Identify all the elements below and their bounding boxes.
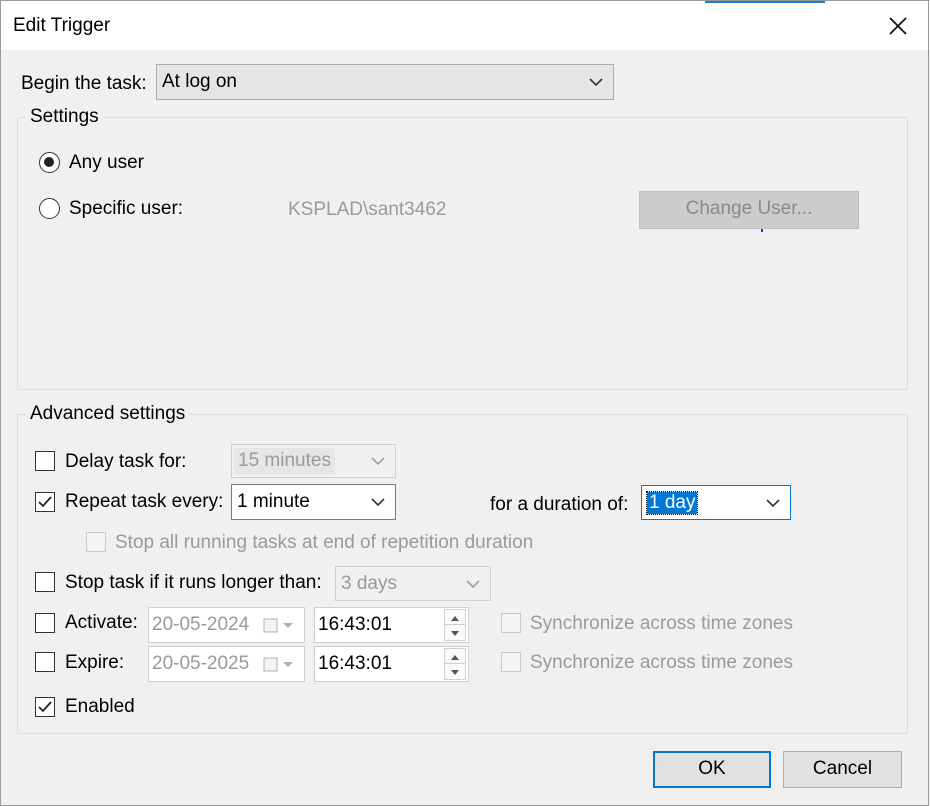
ok-button[interactable]: OK [653,751,771,788]
delay-value: 15 minutes [234,448,335,474]
activate-label: Activate: [65,612,138,633]
window-title: Edit Trigger [13,15,111,36]
expire-date: 20-05-2025 [152,653,250,674]
background-window-edge [705,0,825,3]
spin-down-icon[interactable] [444,624,466,641]
calendar-icon [263,618,293,633]
settings-group [17,117,908,390]
begin-task-dropdown[interactable]: At log on [156,64,614,100]
title-bar [0,0,930,50]
cancel-button[interactable]: Cancel [783,751,902,788]
calendar-icon [263,657,293,672]
activate-sync-label: Synchronize across time zones [530,613,793,634]
expire-time-field[interactable]: 16:43:01 [314,646,469,682]
expire-label: Expire: [65,652,125,673]
stop-longer-label: Stop task if it runs longer than: [65,572,322,593]
checkmark-icon [38,496,52,508]
expire-time: 16:43:01 [318,653,392,674]
advanced-settings-legend: Advanced settings [26,403,190,425]
activate-time: 16:43:01 [318,614,392,635]
expire-sync-checkbox[interactable] [501,652,521,672]
activate-checkbox[interactable] [35,613,55,633]
delay-dropdown[interactable]: 15 minutes [231,444,396,478]
settings-legend: Settings [26,106,103,128]
delay-checkbox[interactable] [35,451,55,471]
chevron-down-icon [766,498,780,507]
delay-label: Delay task for: [65,451,187,472]
chevron-down-icon [371,498,385,507]
duration-value: 1 day [645,490,699,515]
specific-user-label: Specific user: [69,198,184,219]
repeat-label: Repeat task every: [65,491,224,512]
begin-task-value: At log on [162,71,237,92]
expire-sync-label: Synchronize across time zones [530,652,793,673]
specific-user-radio[interactable] [39,198,60,219]
activate-time-field[interactable]: 16:43:01 [314,607,469,643]
spin-down-icon[interactable] [444,663,466,680]
enabled-checkbox[interactable] [35,697,55,717]
checkmark-icon [38,701,52,713]
activate-date: 20-05-2024 [152,614,250,635]
chevron-down-icon [371,457,385,466]
duration-label: for a duration of: [490,494,629,515]
chevron-down-icon [466,579,480,588]
expire-date-picker[interactable]: 20-05-2025 [148,646,305,682]
activate-sync-checkbox[interactable] [501,613,521,633]
stop-running-label: Stop all running tasks at end of repetit… [115,532,534,553]
repeat-value: 1 minute [237,491,310,512]
any-user-radio[interactable] [39,152,60,173]
repeat-checkbox[interactable] [35,492,55,512]
stop-longer-dropdown[interactable]: 3 days [335,566,491,601]
user-name: KSPLAD\sant3462 [288,199,447,220]
chevron-down-icon [589,78,603,87]
duration-dropdown[interactable]: 1 day [641,485,791,520]
activate-date-picker[interactable]: 20-05-2024 [148,607,305,643]
expire-checkbox[interactable] [35,652,55,672]
close-icon[interactable] [880,8,916,44]
stop-longer-value: 3 days [341,572,397,594]
begin-task-label: Begin the task: [21,73,147,94]
enabled-label: Enabled [65,696,135,717]
cursor-mark [761,229,763,232]
stop-longer-checkbox[interactable] [35,572,55,592]
change-user-button[interactable]: Change User... [639,191,859,229]
stop-running-checkbox[interactable] [86,532,106,552]
any-user-label: Any user [69,152,144,173]
repeat-dropdown[interactable]: 1 minute [231,484,396,520]
